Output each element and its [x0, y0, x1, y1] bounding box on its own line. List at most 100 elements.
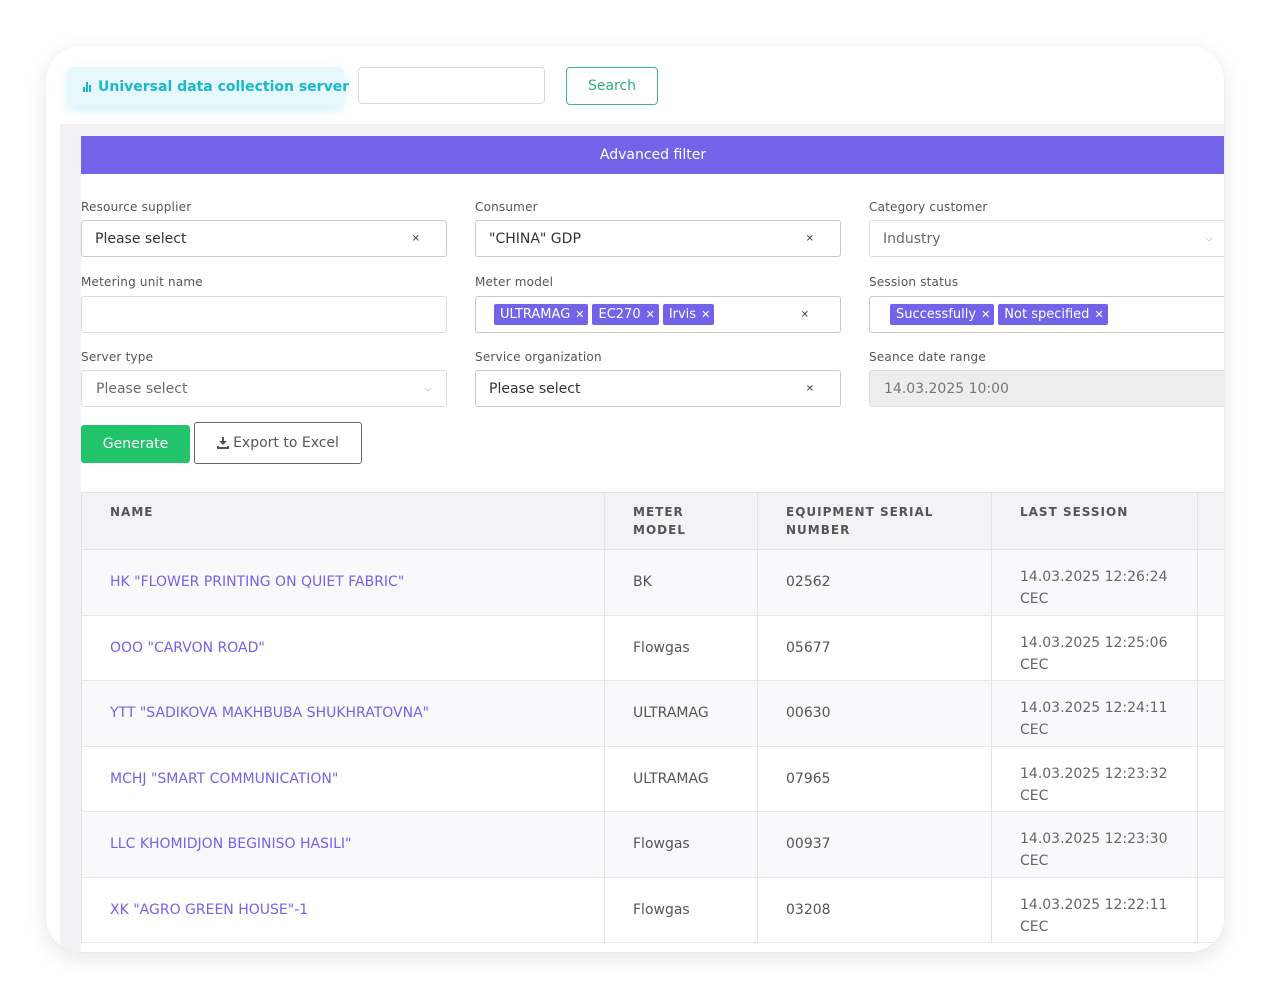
generate-button[interactable]: Generate: [81, 425, 190, 463]
server-type-label: Server type: [81, 350, 154, 364]
row-name-link[interactable]: LLC KHOMIDJON BEGINISO HASILI": [110, 836, 352, 852]
row-serial: 07965: [786, 770, 831, 787]
column-divider: [991, 812, 992, 877]
remove-tag-icon[interactable]: ✕: [981, 304, 990, 325]
filter-panel: Advanced filter Resource supplier Please…: [81, 136, 1224, 952]
column-divider: [757, 812, 758, 877]
advanced-filter-toggle[interactable]: Advanced filter: [81, 136, 1224, 174]
category-customer-label: Category customer: [869, 200, 988, 214]
seance-date-range-input[interactable]: 14.03.2025 10:00: [869, 370, 1224, 407]
consumer-label: Consumer: [475, 200, 538, 214]
column-header-meter-model[interactable]: METER MODEL: [633, 503, 686, 539]
remove-tag-icon[interactable]: ✕: [701, 304, 710, 325]
row-meter-model: ULTRAMAG: [633, 705, 709, 722]
column-divider: [604, 746, 605, 811]
column-header-name[interactable]: NAME: [110, 503, 153, 521]
session-status-multiselect[interactable]: Successfully ✕ Not specified ✕: [869, 296, 1224, 333]
row-meter-model: Flowgas: [633, 639, 690, 656]
consumer-value: "CHINA" GDP: [489, 230, 581, 247]
remove-tag-icon[interactable]: ✕: [575, 304, 584, 325]
metering-unit-name-input[interactable]: [81, 296, 447, 333]
meter-model-label: Meter model: [475, 275, 554, 289]
column-divider: [604, 550, 605, 615]
row-last-session: 14.03.2025 12:25:06 CEC: [1020, 634, 1168, 673]
resource-supplier-value: Please select: [95, 230, 187, 247]
column-divider: [991, 550, 992, 615]
row-serial: 03208: [786, 901, 831, 918]
row-name-link[interactable]: HK "FLOWER PRINTING ON QUIET FABRIC": [110, 574, 404, 590]
top-bar: Universal data collection server Search: [46, 46, 1224, 124]
column-divider: [1197, 615, 1198, 680]
row-last-session: 14.03.2025 12:23:30 CEC: [1020, 831, 1168, 869]
category-customer-value: Industry: [883, 230, 941, 247]
consumer-select[interactable]: "CHINA" GDP ✕: [475, 220, 841, 257]
column-divider: [991, 681, 992, 746]
column-divider: [604, 493, 605, 549]
column-divider: [1197, 493, 1198, 549]
meter-model-tag: ULTRAMAG ✕: [494, 304, 589, 325]
service-organization-label: Service organization: [475, 350, 602, 364]
seance-date-range-label: Seance date range: [869, 350, 986, 364]
column-header-serial[interactable]: EQUIPMENT SERIAL NUMBER: [786, 503, 933, 539]
session-status-tag: Successfully ✕: [890, 304, 995, 325]
table-row: MCHJ "SMART COMMUNICATION" ULTRAMAG 0796…: [81, 746, 1224, 812]
column-divider: [604, 812, 605, 877]
download-icon: [217, 437, 230, 449]
row-last-session: 14.03.2025 12:22:11 CEC: [1020, 896, 1168, 935]
clear-icon[interactable]: ✕: [806, 383, 814, 394]
server-type-select[interactable]: Please select ⌵: [81, 370, 447, 407]
bar-chart-icon: [83, 81, 91, 92]
column-divider: [757, 615, 758, 680]
row-serial: 05677: [786, 639, 831, 656]
row-serial: 02562: [786, 574, 831, 591]
row-meter-model: ULTRAMAG: [633, 770, 709, 787]
remove-tag-icon[interactable]: ✕: [1094, 304, 1103, 325]
meter-model-tag: EC270 ✕: [592, 304, 659, 325]
table-row: OOO "CARVON ROAD" Flowgas 05677 14.03.20…: [81, 615, 1224, 681]
column-divider: [604, 877, 605, 942]
remove-tag-icon[interactable]: ✕: [646, 304, 655, 325]
clear-icon[interactable]: ✕: [412, 233, 420, 244]
meter-model-multiselect[interactable]: ULTRAMAG ✕ EC270 ✕ Irvis ✕ ✕: [475, 296, 841, 333]
column-divider: [991, 493, 992, 549]
brand-label: Universal data collection server: [98, 78, 350, 95]
results-table: NAME METER MODEL EQUIPMENT SERIAL NUMBER L…: [81, 492, 1224, 943]
advanced-filter-title: Advanced filter: [599, 147, 707, 163]
row-name-link[interactable]: YTT "SADIKOVA MAKHBUBA SHUKHRATOVNA": [110, 705, 429, 721]
column-divider: [1197, 681, 1198, 746]
column-divider: [757, 550, 758, 615]
chevron-down-icon: ⌵: [1205, 233, 1213, 244]
resource-supplier-select[interactable]: Please select ✕: [81, 220, 447, 257]
row-last-session: 14.03.2025 12:26:24 CEC: [1020, 569, 1168, 607]
column-divider: [1197, 550, 1198, 615]
row-serial: 00630: [786, 705, 831, 722]
row-meter-model: Flowgas: [633, 836, 690, 853]
search-input[interactable]: [358, 67, 545, 104]
column-divider: [991, 615, 992, 680]
row-name-link[interactable]: OOO "CARVON ROAD": [110, 640, 265, 656]
table-row: HK "FLOWER PRINTING ON QUIET FABRIC" BK …: [81, 550, 1224, 616]
row-meter-model: Flowgas: [633, 901, 690, 918]
row-name-link[interactable]: XK "AGRO GREEN HOUSE"-1: [110, 902, 308, 918]
app-window: Universal data collection server Search …: [46, 46, 1224, 952]
brand-button[interactable]: Universal data collection server: [67, 67, 349, 106]
service-organization-select[interactable]: Please select ✕: [475, 370, 841, 407]
column-divider: [757, 681, 758, 746]
column-divider: [757, 877, 758, 942]
export-excel-button[interactable]: Export to Excel: [194, 422, 362, 464]
service-organization-value: Please select: [489, 380, 581, 397]
session-status-label: Session status: [869, 275, 959, 289]
table-row: XK "AGRO GREEN HOUSE"-1 Flowgas 03208 14…: [81, 877, 1224, 943]
meter-model-tag: Irvis ✕: [662, 304, 715, 325]
clear-icon[interactable]: ✕: [806, 233, 814, 244]
seance-date-range-value: 14.03.2025 10:00: [884, 380, 1009, 397]
column-divider: [1197, 877, 1198, 942]
column-divider: [757, 493, 758, 549]
clear-icon[interactable]: ✕: [801, 309, 809, 320]
metering-unit-name-label: Metering unit name: [81, 275, 203, 289]
search-button[interactable]: Search: [566, 67, 658, 105]
category-customer-select[interactable]: Industry ⌵: [869, 220, 1224, 257]
row-meter-model: BK: [633, 574, 652, 591]
row-name-link[interactable]: MCHJ "SMART COMMUNICATION": [110, 771, 338, 787]
column-header-last-session[interactable]: LAST SESSION: [1020, 503, 1128, 521]
